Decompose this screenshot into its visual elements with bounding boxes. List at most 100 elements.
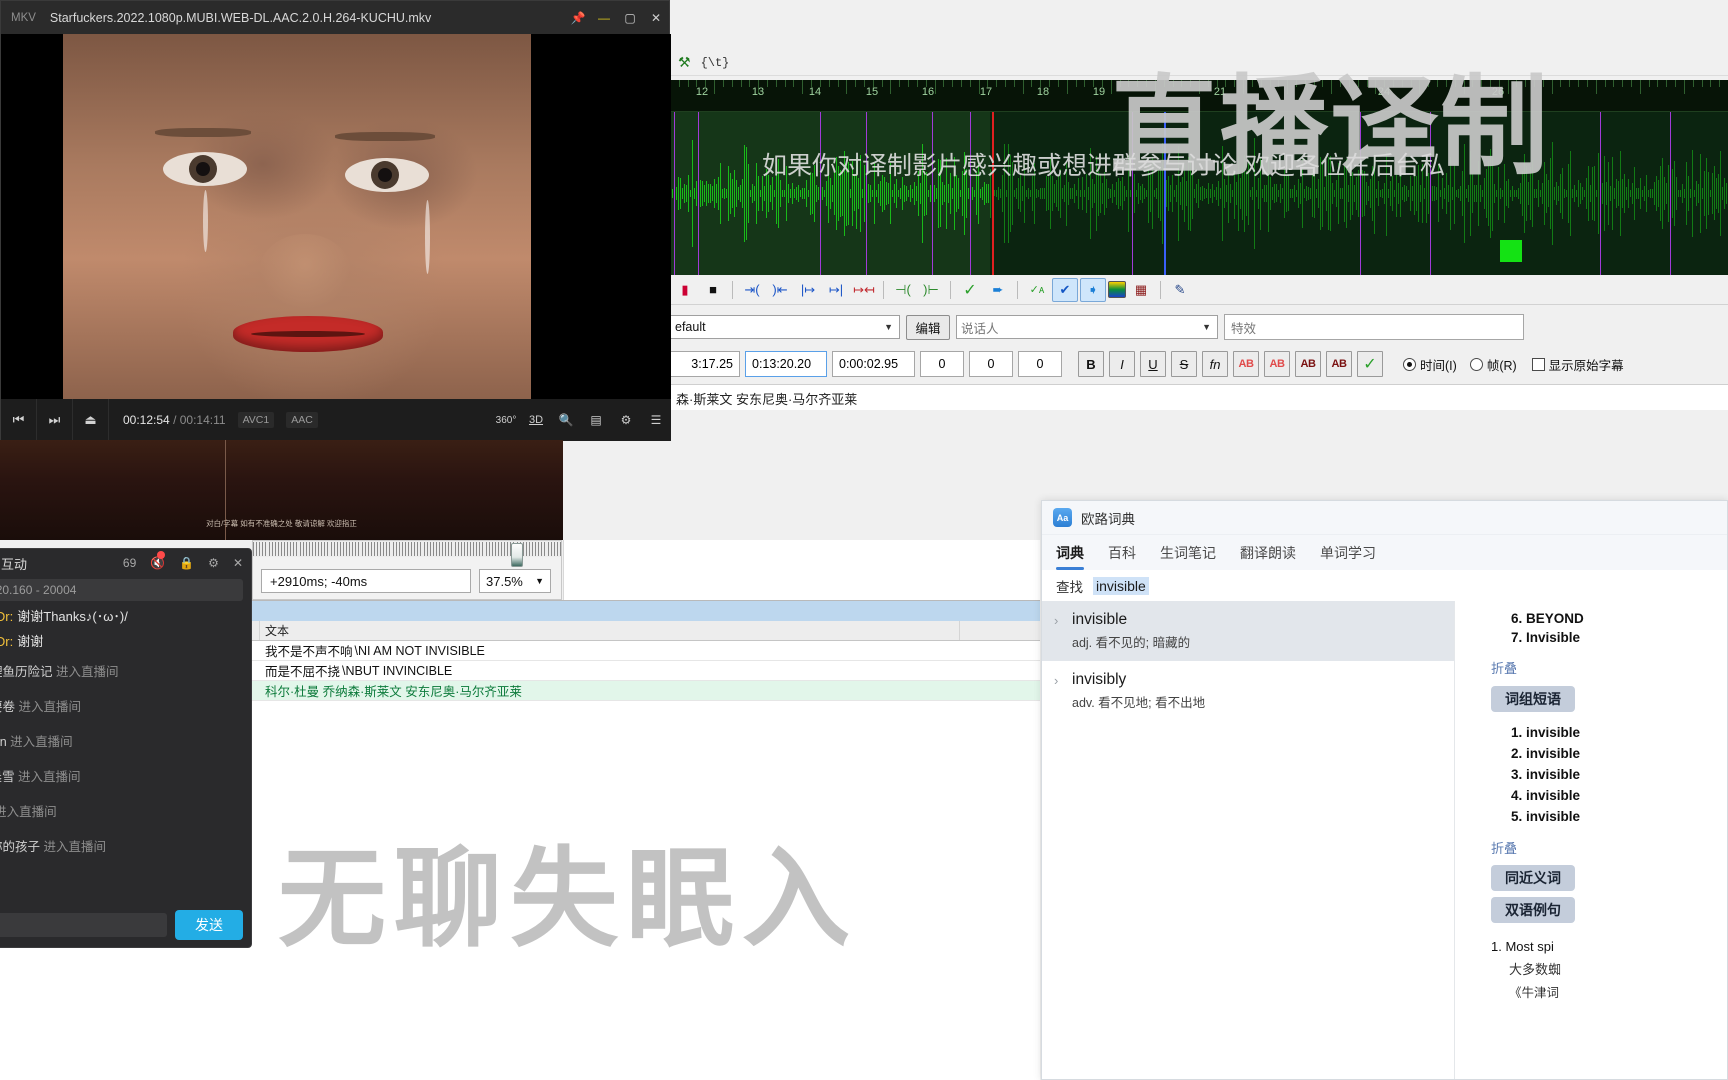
dictionary-search-row[interactable]: 查找 invisible [1042,570,1727,601]
menu-icon[interactable]: ☰ [641,399,671,441]
auto-commit-icon[interactable]: ✓ᴀ [1024,278,1050,302]
chat-send-button[interactable]: 发送 [175,910,243,940]
waveform-start-marker[interactable] [992,112,994,275]
italic-button[interactable]: I [1109,351,1135,377]
spectrum-icon[interactable] [1108,281,1126,298]
waveform-bar [1080,189,1081,198]
next-line-icon[interactable]: ➨ [985,278,1011,302]
dictionary-phrase-item[interactable]: 2. invisible [1455,743,1727,764]
grid-column-header[interactable]: 文本 [260,621,960,640]
waveform-end-marker[interactable] [1164,112,1166,275]
viewer-count-icon[interactable]: 69 [123,556,136,570]
live-chat-panel[interactable]: 互动 69 🔇 🔒 ⚙ ✕ 0:13:20.160 - 20004 LibraD… [0,548,252,948]
dictionary-tab[interactable]: 百科 [1108,535,1136,570]
vr-360-button[interactable]: 360° [491,399,521,441]
shift-end-icon[interactable]: )⇤ [767,278,793,302]
snap-start-icon[interactable]: |↦ [795,278,821,302]
auto-next-icon[interactable]: ✔ [1052,277,1078,302]
timing-slider-handle[interactable] [511,543,523,567]
margin-right-field[interactable]: 0 [969,351,1013,377]
three-d-button[interactable]: 3D [521,399,551,441]
zoom-select[interactable]: 37.5% ▼ [479,569,551,593]
waveform-bar [816,185,817,202]
video-surface[interactable] [1,34,671,409]
outline-color-button[interactable]: AB [1295,351,1321,377]
search-icon[interactable]: 🔍 [551,399,581,441]
gear-icon[interactable]: ⚙ [611,399,641,441]
primary-color-button[interactable]: AB [1233,351,1259,377]
karaoke-icon[interactable]: ▦ [1128,278,1154,302]
dictionary-section-phrases[interactable]: 词组短语 [1491,686,1575,712]
stop-icon[interactable]: ▮ [672,278,698,302]
dictionary-result-item[interactable]: › invisible adj. 看不见的; 暗藏的 [1042,601,1454,661]
snap-scene-icon[interactable]: ↦↤ [851,278,877,302]
subtitle-edit-box[interactable]: 森·斯莱文 安东尼奥·马尔齐亚莱 [670,384,1728,410]
search-input[interactable]: invisible [1093,576,1149,595]
waveform-bar [806,179,807,208]
margin-left-field[interactable]: 0 [920,351,964,377]
radio-time[interactable]: 时间(I) [1403,355,1457,374]
start-time-field[interactable]: 3:17.25 [670,351,740,377]
dictionary-phrase-item[interactable]: 4. invisible [1455,785,1727,806]
eject-button[interactable]: ⏏ [73,399,109,441]
minimize-icon[interactable]: — [591,1,617,34]
close-icon[interactable]: ✕ [643,1,669,34]
margin-vertical-field[interactable]: 0 [1018,351,1062,377]
lock-icon[interactable]: 🔒 [179,556,194,570]
pin-icon[interactable]: 📌 [565,1,591,34]
dictionary-detail-pane[interactable]: 6. BEYOND 7. Invisible 折叠 词组短语 1. invisible 2… [1455,601,1727,1079]
shift-start-icon[interactable]: ⇥( [739,278,765,302]
dictionary-section-examples[interactable]: 双语例句 [1491,897,1575,923]
ruler-tick [1604,80,1606,87]
commit-icon[interactable]: ✓ [957,278,983,302]
auto-scroll-icon[interactable]: ➧ [1080,277,1106,302]
dictionary-results-list[interactable]: › invisible adj. 看不见的; 暗藏的 › invisibly adv. 看… [1042,601,1455,1079]
dictionary-tab[interactable]: 词典 [1056,535,1084,570]
dictionary-fold-link-2[interactable]: 折叠 [1455,827,1727,862]
dictionary-window[interactable]: Aa 欧路词典 词典 百科 生词笔记 翻译朗读 单词学习 查找 invisible › i… [1041,500,1728,1080]
dictionary-tab[interactable]: 单词学习 [1320,535,1376,570]
shadow-color-button[interactable]: AB [1326,351,1352,377]
bold-button[interactable]: B [1078,351,1104,377]
effect-input[interactable]: 特效 [1224,314,1524,340]
duration-field[interactable]: 0:00:02.95 [832,351,915,377]
dictionary-phrase-item[interactable]: 3. invisible [1455,764,1727,785]
checkbox-show-original[interactable]: 显示原始字幕 [1531,355,1624,374]
underline-button[interactable]: U [1140,351,1166,377]
dictionary-tabs[interactable]: 词典 百科 生词笔记 翻译朗读 单词学习 [1042,535,1727,570]
playlist-icon[interactable]: ▤ [581,399,611,441]
actor-select[interactable]: 说话人 ▼ [956,315,1218,339]
dictionary-phrase-item[interactable]: 5. invisible [1455,806,1727,827]
dictionary-fold-link[interactable]: 折叠 [1455,647,1727,682]
dictionary-phrase-item[interactable]: 1. invisible [1455,722,1727,743]
strikethrough-button[interactable]: S [1171,351,1197,377]
split-left-icon[interactable]: ⊣( [890,278,916,302]
end-time-field[interactable]: 0:13:20.20 [745,351,827,377]
previous-button[interactable]: ⏮ [1,399,37,441]
split-right-icon[interactable]: )⊢ [918,278,944,302]
video-player-window[interactable]: MKV Starfuckers.2022.1080p.MUBI.WEB-DL.A… [0,0,671,441]
close-icon-chat[interactable]: ✕ [233,556,243,570]
stop-square-icon[interactable]: ■ [700,278,726,302]
dictionary-tab[interactable]: 生词笔记 [1160,535,1216,570]
maximize-icon[interactable]: ▢ [617,1,643,34]
dictionary-result-item[interactable]: › invisibly adv. 看不见地; 看不出地 [1042,661,1454,721]
font-button[interactable]: fn [1202,351,1228,377]
radio-frame[interactable]: 帧(R) [1469,355,1517,374]
chat-message-list[interactable]: LibraDr:谢谢Thanks♪(･ω･)/LibraDr:谢谢径之鲤鱼历险记… [0,601,251,903]
commit-button[interactable]: ✓ [1357,351,1383,377]
chevron-right-icon[interactable]: › [1054,673,1058,688]
audio-waveform-panel[interactable]: 12 13 14 15 16 17 18 19 21 24 26 [670,80,1728,275]
snap-end-icon[interactable]: ↦| [823,278,849,302]
tools-icon[interactable]: ✎ [1167,278,1193,302]
dictionary-tab[interactable]: 翻译朗读 [1240,535,1296,570]
next-button[interactable]: ⏭ [37,399,73,441]
secondary-color-button[interactable]: AB [1264,351,1290,377]
chat-input[interactable] [0,913,167,937]
style-select[interactable]: efault ▼ [670,315,900,339]
dictionary-section-synonyms[interactable]: 同近义词 [1491,865,1575,891]
settings-icon[interactable]: ⚙ [208,556,219,570]
chevron-right-icon[interactable]: › [1054,613,1058,628]
edit-style-button[interactable]: 编辑 [906,314,950,340]
timing-offset-field[interactable]: +2910ms; -40ms [261,569,471,593]
